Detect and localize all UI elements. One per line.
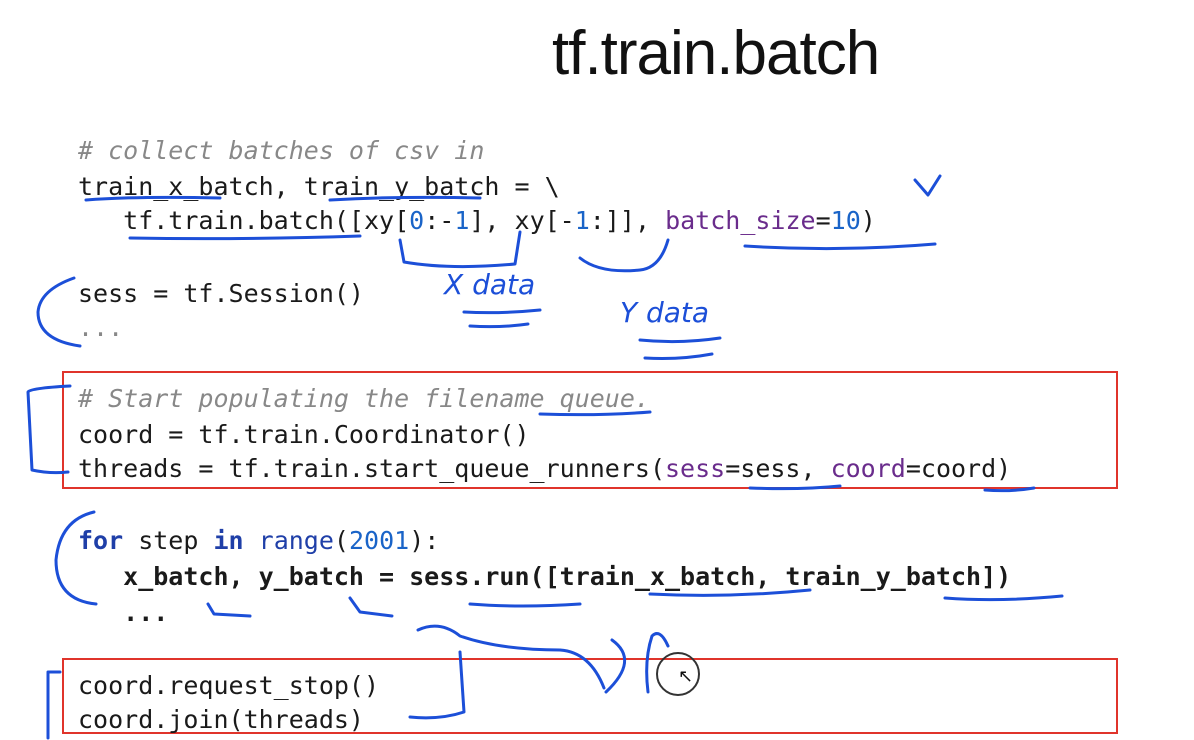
mouse-pointer-icon: ↖ (678, 666, 694, 687)
code-line-batch-call: tf.train.batch([xy[0:-1], xy[-1:]], batc… (78, 204, 876, 238)
code-comment-start: # Start populating the filename queue. (78, 384, 650, 413)
code-line-sess-run: x_batch, y_batch = sess.run([train_x_bat… (78, 562, 1012, 591)
code-line-coordinator: coord = tf.train.Coordinator() (78, 420, 530, 449)
code-text: ): (409, 526, 440, 555)
code-text: step (123, 526, 214, 555)
annotation-x-data: X data (442, 268, 535, 301)
code-number: 0 (409, 206, 425, 235)
code-number: 2001 (348, 526, 410, 555)
code-keyword: for (78, 526, 124, 555)
slide-title: tf.train.batch (552, 19, 880, 88)
code-line-request-stop: coord.request_stop() (78, 671, 380, 700)
code-ellipsis: ... (78, 598, 169, 627)
code-line-batch-assign: train_x_batch, train_y_batch = \ (78, 172, 560, 201)
code-line-threads: threads = tf.train.start_queue_runners(s… (78, 452, 1011, 486)
code-text: ) (860, 206, 876, 235)
code-text: tf.train.batch([xy[ (78, 206, 410, 235)
code-comment-collect: # collect batches of csv in (78, 136, 485, 165)
code-text: threads = tf.train.start_queue_runners( (78, 454, 665, 483)
code-line-for-loop: for step in range(2001): (78, 524, 439, 558)
code-text: ], xy[- (469, 206, 575, 235)
code-text: = (815, 206, 831, 235)
code-number: 1 (574, 206, 590, 235)
code-text: :- (424, 206, 455, 235)
annotation-y-data: Y data (620, 296, 709, 329)
code-number: 10 (830, 206, 861, 235)
code-line-session: sess = tf.Session() (78, 279, 364, 308)
code-text: =sess, (725, 454, 831, 483)
code-ellipsis: ... (78, 313, 124, 342)
ink-annotations: X data Y data (26, 174, 1064, 740)
code-kwarg: batch_size (665, 206, 816, 235)
code-text: :]], (589, 206, 666, 235)
code-kwarg: sess (665, 454, 726, 483)
code-line-join: coord.join(threads) (78, 705, 364, 734)
code-text: =coord) (905, 454, 1012, 483)
code-kwarg: coord (830, 454, 906, 483)
code-builtin: range (258, 526, 334, 555)
code-text: ( (333, 526, 349, 555)
code-keyword: in (213, 526, 244, 555)
code-number: 1 (454, 206, 470, 235)
